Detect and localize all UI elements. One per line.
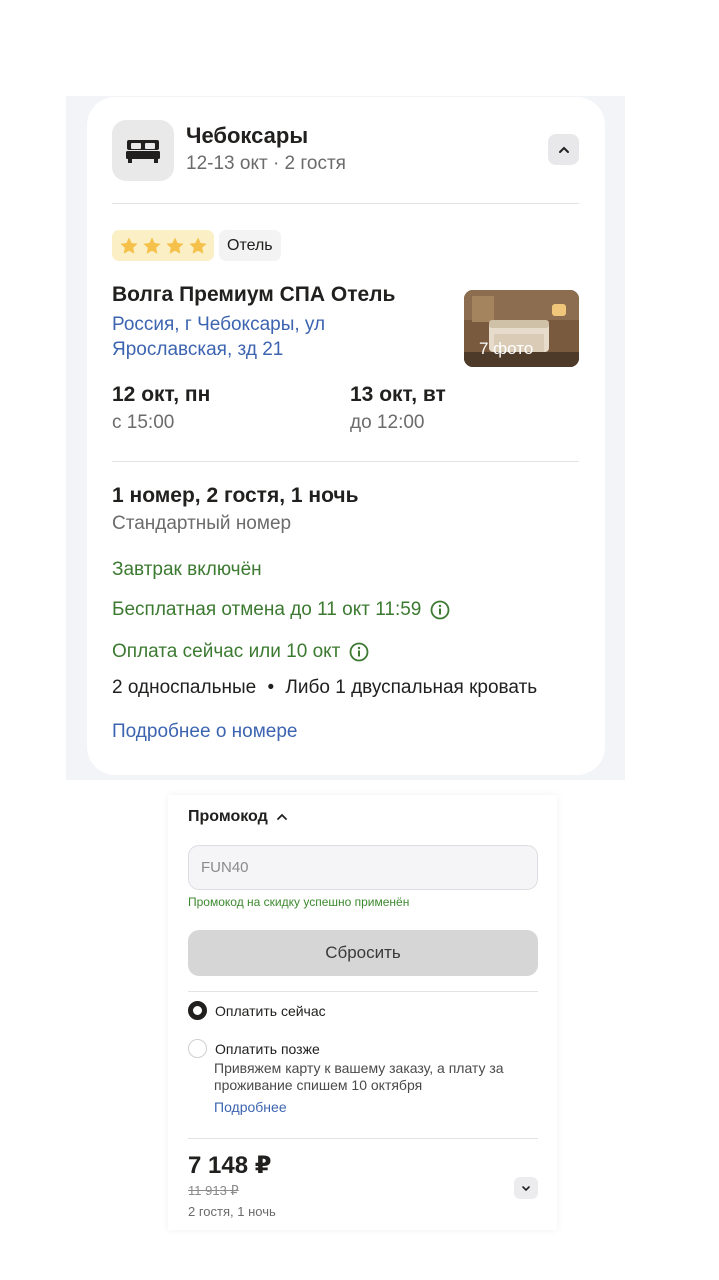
- checkout-panel: Промокод Промокод на скидку успешно прим…: [168, 795, 557, 1230]
- price-details: 2 гостя, 1 ночь: [188, 1204, 276, 1219]
- total-price: 7 148 ₽: [188, 1152, 272, 1179]
- bed-icon: [126, 139, 160, 163]
- divider: [188, 991, 538, 992]
- cancellation-text: Бесплатная отмена до 11 окт 11:59: [112, 599, 422, 620]
- checkin-time: с 15:00: [112, 412, 175, 433]
- room-details-link[interactable]: Подробнее о номере: [112, 721, 297, 743]
- breakfast-info: Завтрак включён: [112, 559, 262, 581]
- chevron-up-icon: [276, 813, 287, 820]
- info-icon[interactable]: [430, 600, 450, 620]
- checkout-time: до 12:00: [350, 412, 425, 433]
- dates-guests: 12-13 окт · 2 гостя: [186, 153, 346, 174]
- pay-later-radio[interactable]: [188, 1039, 207, 1058]
- hotel-photo[interactable]: 7 фото: [464, 290, 579, 367]
- room-summary: 1 номер, 2 гостя, 1 ночь: [112, 484, 359, 507]
- star-rating: [112, 230, 214, 261]
- promo-title: Промокод: [188, 808, 268, 825]
- payment-text: Оплата сейчас или 10 окт: [112, 641, 341, 662]
- hotel-type-badge: Отель: [219, 230, 281, 261]
- beds-separator: •: [267, 677, 275, 698]
- payment-info: Оплата сейчас или 10 окт: [112, 641, 369, 663]
- reset-promo-button[interactable]: Сбросить: [188, 930, 538, 976]
- pay-now-option[interactable]: Оплатить сейчас: [188, 1001, 326, 1020]
- checkout-date: 13 окт, вт: [350, 383, 446, 406]
- star-icon: [188, 237, 207, 254]
- promo-success-message: Промокод на скидку успешно применён: [188, 895, 410, 909]
- hotel-address-link[interactable]: Россия, г Чебоксары, ул Ярославская, зд …: [112, 312, 412, 362]
- collapse-button[interactable]: [548, 134, 579, 165]
- chevron-up-icon: [558, 146, 569, 153]
- promo-toggle[interactable]: Промокод: [188, 808, 288, 826]
- old-price: 11 913 ₽: [188, 1183, 239, 1198]
- star-icon: [119, 237, 138, 254]
- chevron-down-icon: [522, 1185, 530, 1191]
- divider: [112, 203, 579, 204]
- cancellation-info: Бесплатная отмена до 11 окт 11:59: [112, 599, 450, 621]
- room-type: Стандартный номер: [112, 513, 292, 534]
- price-expand-button[interactable]: [514, 1177, 538, 1199]
- photo-count: 7 фото: [479, 339, 534, 358]
- pay-later-label: Оплатить позже: [215, 1040, 320, 1057]
- promo-input[interactable]: [188, 845, 538, 890]
- info-icon[interactable]: [349, 642, 369, 662]
- beds-option-double: Либо 1 двуспальная кровать: [285, 677, 538, 698]
- pay-later-note: Привяжем карту к вашему заказу, а плату …: [214, 1060, 504, 1093]
- pay-now-radio[interactable]: [188, 1001, 207, 1020]
- breakfast-text: Завтрак включён: [112, 559, 262, 580]
- star-icon: [165, 237, 184, 254]
- star-icon: [142, 237, 161, 254]
- checkin-date: 12 окт, пн: [112, 383, 211, 406]
- pay-now-label: Оплатить сейчас: [215, 1002, 326, 1019]
- hotel-booking-card: Чебоксары 12-13 окт · 2 гостя Отель Волг…: [87, 97, 605, 775]
- hotel-name: Волга Премиум СПА Отель: [112, 283, 396, 306]
- bed-options: 2 односпальные • Либо 1 двуспальная кров…: [112, 677, 537, 699]
- divider: [188, 1138, 538, 1139]
- pay-later-option[interactable]: Оплатить позже: [188, 1039, 320, 1058]
- pay-later-details-link[interactable]: Подробнее: [214, 1099, 287, 1115]
- city-title: Чебоксары: [186, 123, 309, 148]
- beds-option-single: 2 односпальные: [112, 677, 257, 698]
- divider: [112, 461, 579, 462]
- bed-icon-tile: [112, 120, 174, 181]
